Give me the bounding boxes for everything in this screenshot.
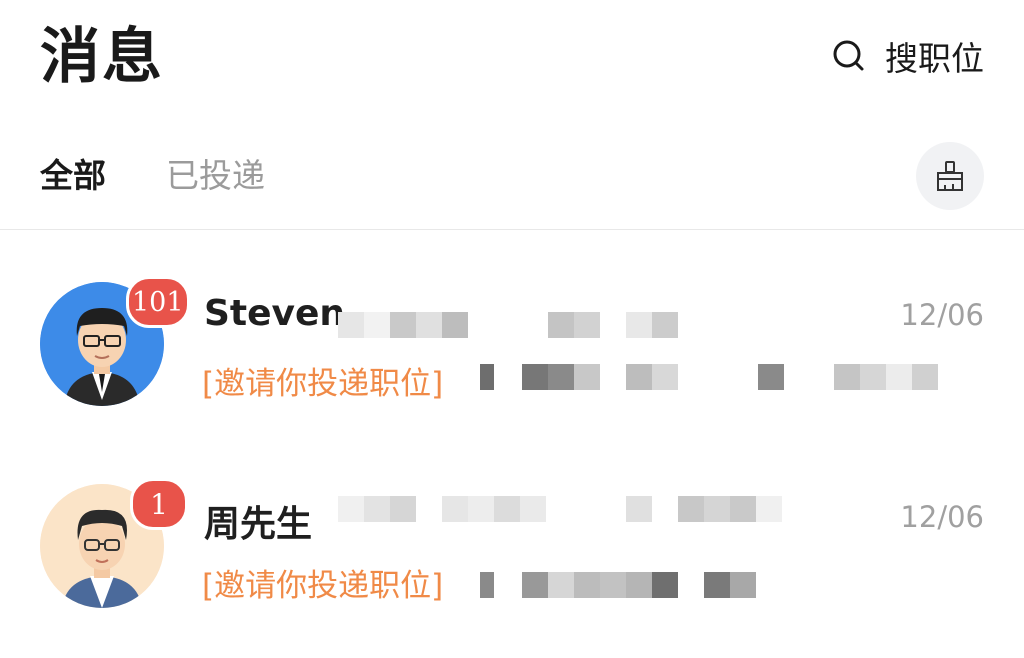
blurred-text bbox=[338, 312, 678, 338]
message-preview: [邀请你投递职位] bbox=[202, 568, 444, 604]
broom-icon bbox=[937, 161, 963, 191]
page-title: 消息 bbox=[40, 22, 164, 92]
unread-badge: 101 bbox=[126, 276, 190, 328]
tab-bar: 全部 已投递 bbox=[40, 154, 325, 198]
divider bbox=[0, 229, 1024, 230]
blurred-text bbox=[480, 572, 756, 598]
contact-name: Steven bbox=[204, 293, 346, 334]
unread-badge: 1 bbox=[130, 478, 188, 530]
message-preview: [邀请你投递职位] bbox=[202, 366, 444, 402]
clear-unread-button[interactable] bbox=[916, 142, 984, 210]
message-date: 12/06 bbox=[900, 500, 984, 534]
message-row[interactable]: 101 Steven 12/06 [邀请你投递职位] bbox=[0, 256, 1024, 456]
search-label: 搜职位 bbox=[885, 39, 984, 78]
search-button[interactable]: 搜职位 bbox=[831, 34, 984, 78]
blurred-text bbox=[480, 364, 938, 390]
tab-all[interactable]: 全部 bbox=[40, 154, 106, 198]
contact-name: 周先生 bbox=[204, 504, 313, 545]
search-icon bbox=[833, 40, 864, 71]
tab-applied[interactable]: 已投递 bbox=[166, 154, 265, 198]
message-row[interactable]: 1 周先生 12/06 [邀请你投递职位] bbox=[0, 458, 1024, 658]
message-date: 12/06 bbox=[900, 298, 984, 332]
blurred-text bbox=[338, 496, 782, 522]
